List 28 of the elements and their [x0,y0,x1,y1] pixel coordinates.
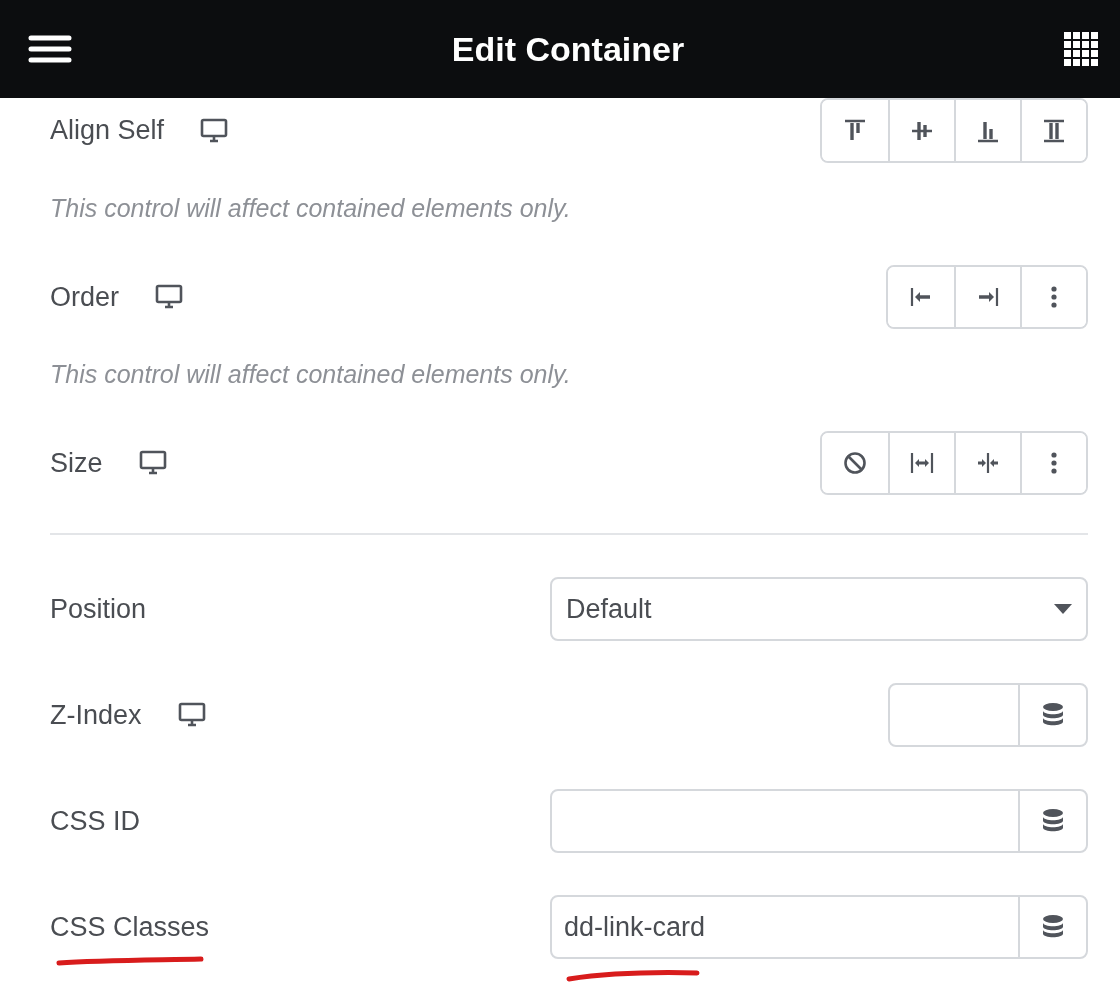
desktop-icon [177,702,206,728]
caret-down-icon [1054,604,1072,614]
field-label: Z-Index [50,699,142,731]
shrink-horizontal-icon [976,451,1000,475]
expand-horizontal-icon [910,451,934,475]
align-top-icon [843,118,867,143]
more-options-icon [1051,286,1057,308]
align-stretch-icon [1042,118,1066,143]
desktop-icon [155,284,184,310]
position-dropdown[interactable]: Default [550,577,1088,641]
field-label: CSS ID [50,805,141,837]
arrow-right-to-bar-icon [976,285,1000,309]
apps-grid-icon[interactable] [1064,32,1098,66]
desktop-icon [138,450,167,476]
field-label: Align Self [50,115,165,146]
desktop-icon [200,117,229,144]
field-label: Order [50,281,120,313]
align-stretch-button[interactable] [1020,100,1086,161]
menu-icon[interactable] [28,34,72,64]
field-label: Position [50,593,147,625]
help-note: This control will affect contained elements only. [50,193,572,223]
arrow-left-to-bar-icon [909,285,933,309]
no-entry-icon [843,451,867,475]
field-label: Size [50,447,103,479]
panel-title: Edit Container [451,29,685,69]
more-options-icon [1051,452,1057,474]
help-note: This control will affect contained elements only. [50,359,572,389]
field-label: CSS Classes [50,911,210,943]
